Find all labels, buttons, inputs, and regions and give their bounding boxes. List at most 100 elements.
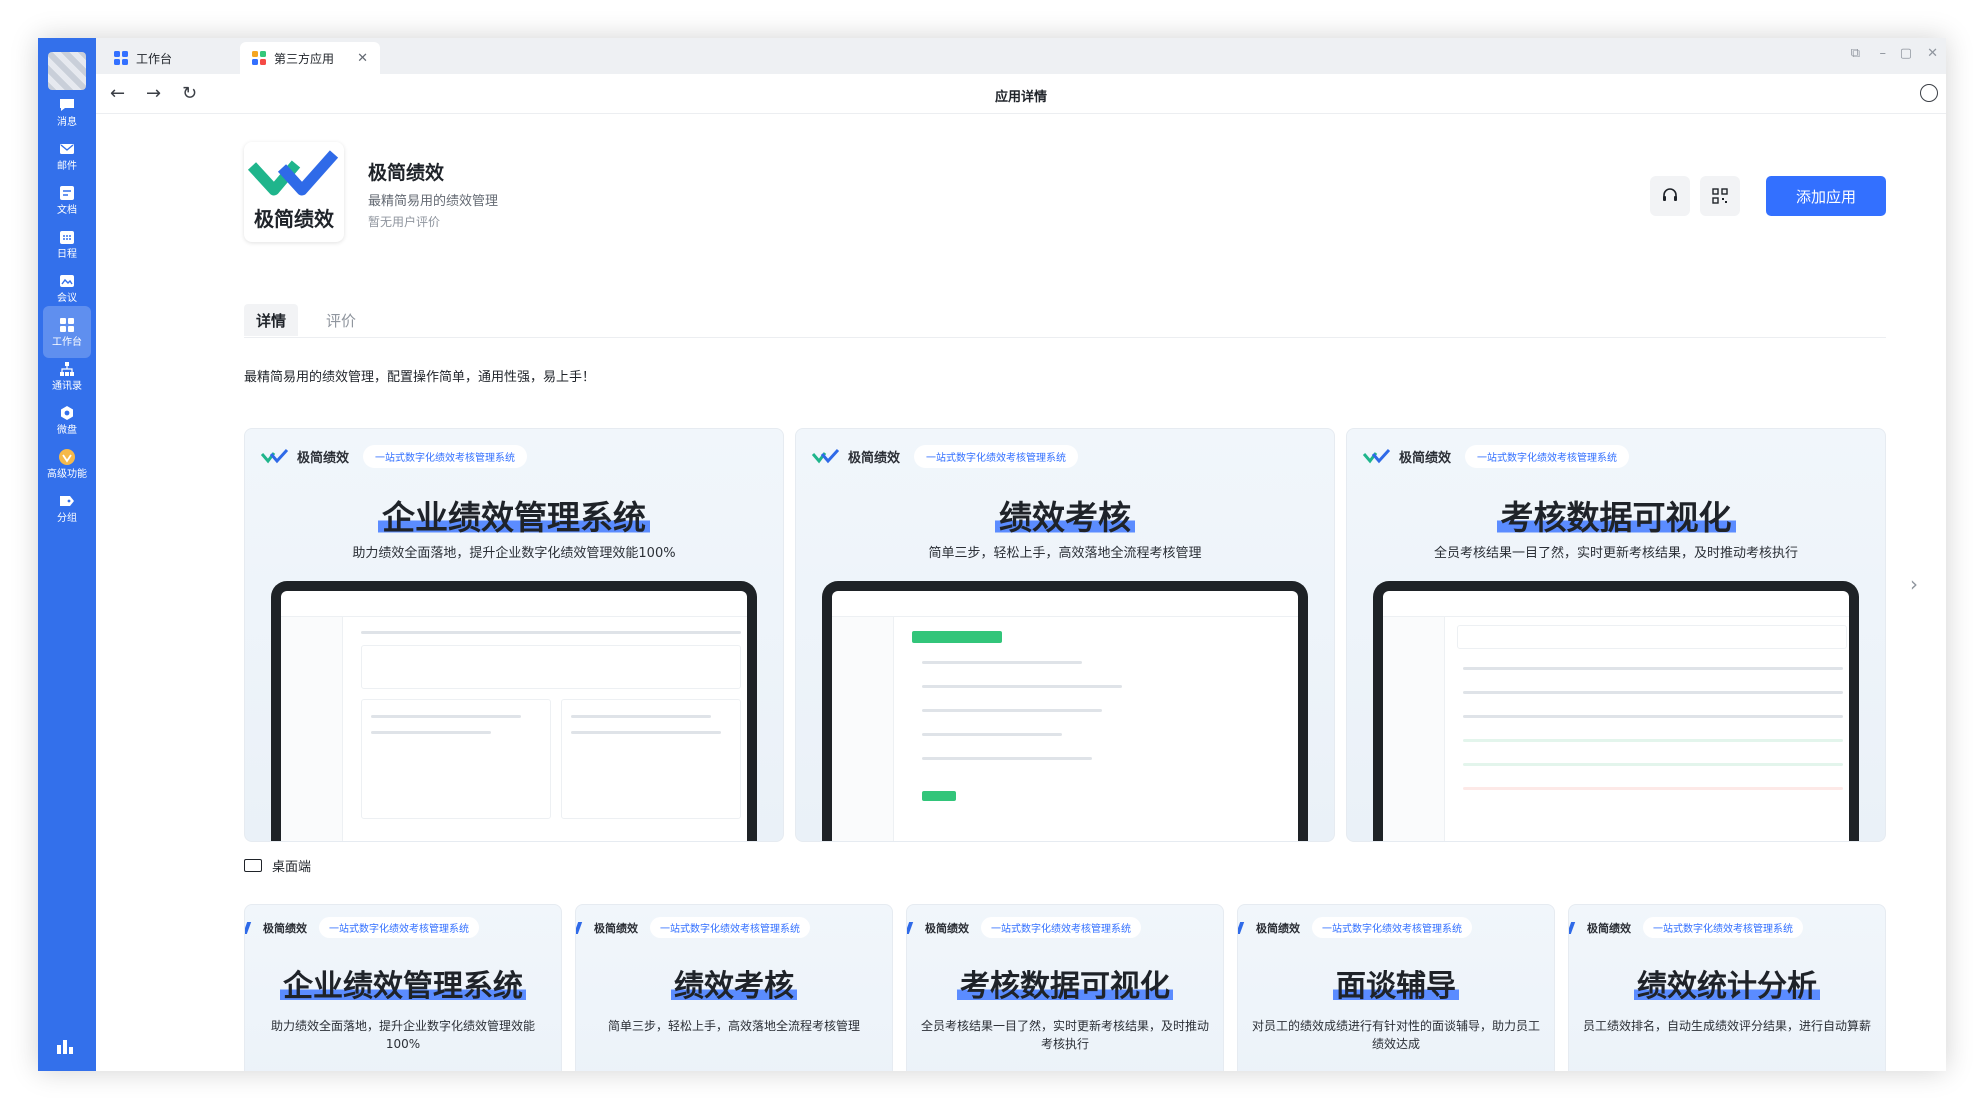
card-pill: 一站式数字化绩效考核管理系统 — [1312, 917, 1472, 938]
minimize-icon[interactable]: – — [1880, 46, 1887, 61]
app-name: 极简绩效 — [368, 162, 445, 184]
page-title: 应用详情 — [994, 90, 1047, 105]
tab-reviews[interactable]: 评价 — [314, 304, 368, 336]
card-header: 极简绩效 一站式数字化绩效考核管理系统 — [907, 917, 1141, 938]
card-title-text: 面谈辅导 — [1333, 969, 1459, 1004]
card-header: 极简绩效 一站式数字化绩效考核管理系统 — [1569, 917, 1803, 938]
card-pill: 一站式数字化绩效考核管理系统 — [981, 917, 1141, 938]
tab-details[interactable]: 详情 — [244, 304, 299, 336]
app-rating: 暂无用户评价 — [368, 215, 441, 229]
platform-label: 桌面端 — [244, 856, 311, 875]
rail-item-groups[interactable]: 分组 — [38, 482, 96, 534]
card-pill: 一站式数字化绩效考核管理系统 — [319, 917, 479, 938]
screenshot-card[interactable]: 极简绩效 一站式数字化绩效考核管理系统 绩效考核 简单三步，轻松上手，高效落地全… — [795, 428, 1335, 842]
platform-label-text: 桌面端 — [272, 860, 312, 875]
card-brand: 极简绩效 — [1256, 921, 1300, 935]
pen-mark-icon — [907, 921, 914, 934]
card-pill: 一站式数字化绩效考核管理系统 — [914, 445, 1079, 468]
card-title: 考核数据可视化 — [907, 961, 1223, 1005]
tab-bar: 工作台 第三方应用 ✕ ⧉ – ▢ ✕ — [96, 38, 1946, 74]
workbench-grid-icon — [57, 316, 77, 334]
window-close-icon[interactable]: ✕ — [1927, 46, 1938, 61]
maximize-icon[interactable]: ▢ — [1900, 46, 1912, 61]
tab-third-party-apps[interactable]: 第三方应用 ✕ — [240, 42, 380, 74]
rail-label: 分组 — [57, 512, 77, 524]
brand-logo-icon — [1363, 448, 1391, 463]
app-description: 最精简易用的绩效管理，配置操作简单，通用性强，易上手！ — [244, 370, 596, 385]
laptop-mockup — [271, 581, 757, 841]
apps-grid-icon — [252, 51, 266, 65]
card-pill: 一站式数字化绩效考核管理系统 — [650, 917, 810, 938]
qr-code-button[interactable] — [1700, 176, 1740, 216]
chevron-right-icon[interactable]: › — [1910, 572, 1918, 596]
card-brand: 极简绩效 — [1399, 451, 1452, 466]
rail-label: 消息 — [57, 116, 77, 128]
qr-code-icon — [1712, 188, 1728, 204]
stats-icon[interactable] — [55, 1037, 79, 1057]
user-icon[interactable] — [1920, 84, 1938, 102]
rail-label: 会议 — [57, 292, 77, 304]
pen-mark-icon — [1238, 921, 1245, 934]
document-icon — [57, 184, 77, 202]
laptop-mockup — [1373, 581, 1859, 841]
card-title: 面谈辅导 — [1238, 961, 1554, 1005]
close-icon[interactable]: ✕ — [357, 51, 368, 66]
laptop-mockup — [822, 581, 1308, 841]
customer-service-button[interactable] — [1650, 176, 1690, 216]
card-pill: 一站式数字化绩效考核管理系统 — [1465, 445, 1630, 468]
laptop-screen — [1383, 591, 1849, 841]
laptop-screen — [281, 591, 747, 841]
monitor-icon — [244, 859, 262, 872]
card-subtitle: 全员考核结果一目了然，实时更新考核结果，及时推动考核执行 — [920, 1019, 1209, 1051]
card-title: 绩效统计分析 — [1569, 961, 1885, 1005]
workbench-grid-icon — [114, 51, 128, 65]
nav-bar: ← → ↻ 应用详情 — [96, 74, 1946, 114]
rail-label: 通讯录 — [52, 380, 82, 392]
headset-icon — [1663, 188, 1677, 201]
card-title-text: 考核数据可视化 — [957, 969, 1173, 1004]
rail-label: 高级功能 — [47, 468, 87, 480]
popout-icon[interactable]: ⧉ — [1851, 46, 1860, 61]
tab-workbench[interactable]: 工作台 — [102, 42, 234, 74]
card-title: 绩效考核 — [576, 961, 892, 1005]
feature-card[interactable]: 极简绩效 一站式数字化绩效考核管理系统 考核数据可视化 全员考核结果一目了然，实… — [906, 904, 1224, 1071]
add-app-button[interactable]: 添加应用 — [1766, 176, 1886, 216]
card-header: 极简绩效 一站式数字化绩效考核管理系统 — [261, 445, 528, 468]
main-content: 极简绩效 极简绩效 最精简易用的绩效管理 暂无用户评价 添加应用 详情 评价 最… — [96, 114, 1946, 1071]
pen-mark-icon — [245, 921, 252, 934]
contacts-org-icon — [57, 360, 77, 378]
left-rail: 消息 邮件 文档 日程 会议 工作台 通讯录 微盘 高级功能 分组 — [38, 38, 96, 1071]
screenshot-card[interactable]: 极简绩效 一站式数字化绩效考核管理系统 考核数据可视化 全员考核结果一目了然，实… — [1346, 428, 1886, 842]
calendar-icon — [57, 228, 77, 246]
pen-mark-icon — [1569, 921, 1576, 934]
avatar[interactable] — [48, 52, 86, 90]
card-brand: 极简绩效 — [925, 921, 969, 935]
pen-mark-icon — [576, 921, 583, 934]
mail-icon — [57, 140, 77, 158]
card-title-text: 企业绩效管理系统 — [280, 969, 526, 1004]
card-header: 极简绩效 一站式数字化绩效考核管理系统 — [245, 917, 479, 938]
rail-label: 微盘 — [57, 424, 77, 436]
laptop-screen — [832, 591, 1298, 841]
chat-bubble-icon — [57, 96, 77, 114]
card-title-text: 企业绩效管理系统 — [378, 498, 650, 537]
card-title-text: 绩效考核 — [995, 498, 1135, 537]
app-logo: 极简绩效 — [244, 142, 344, 242]
card-pill: 一站式数字化绩效考核管理系统 — [363, 445, 528, 468]
detail-tabs: 详情 评价 — [244, 304, 1886, 338]
card-title: 绩效考核 — [796, 491, 1334, 539]
card-header: 极简绩效 一站式数字化绩效考核管理系统 — [576, 917, 810, 938]
card-brand: 极简绩效 — [263, 921, 307, 935]
card-brand: 极简绩效 — [848, 451, 901, 466]
app-subtitle: 最精简易用的绩效管理 — [368, 194, 499, 209]
premium-badge-icon — [57, 448, 77, 466]
feature-card[interactable]: 极简绩效 一站式数字化绩效考核管理系统 绩效考核 简单三步，轻松上手，高效落地全… — [575, 904, 893, 1071]
app-logo-text: 极简绩效 — [254, 207, 334, 231]
card-subtitle: 全员考核结果一目了然，实时更新考核结果，及时推动考核执行 — [1433, 546, 1798, 561]
feature-card[interactable]: 极简绩效 一站式数字化绩效考核管理系统 企业绩效管理系统 助力绩效全面落地，提升… — [244, 904, 562, 1071]
app-window: 消息 邮件 文档 日程 会议 工作台 通讯录 微盘 高级功能 分组 工作台 第三… — [38, 38, 1946, 1071]
screenshot-card[interactable]: 极简绩效 一站式数字化绩效考核管理系统 企业绩效管理系统 助力绩效全面落地，提升… — [244, 428, 784, 842]
card-subtitle: 助力绩效全面落地，提升企业数字化绩效管理效能100% — [270, 1019, 535, 1051]
feature-card[interactable]: 极简绩效 一站式数字化绩效考核管理系统 面谈辅导 对员工的绩效成绩进行有针对性的… — [1237, 904, 1555, 1071]
feature-card[interactable]: 极简绩效 一站式数字化绩效考核管理系统 绩效统计分析 员工绩效排名，自动生成绩效… — [1568, 904, 1886, 1071]
